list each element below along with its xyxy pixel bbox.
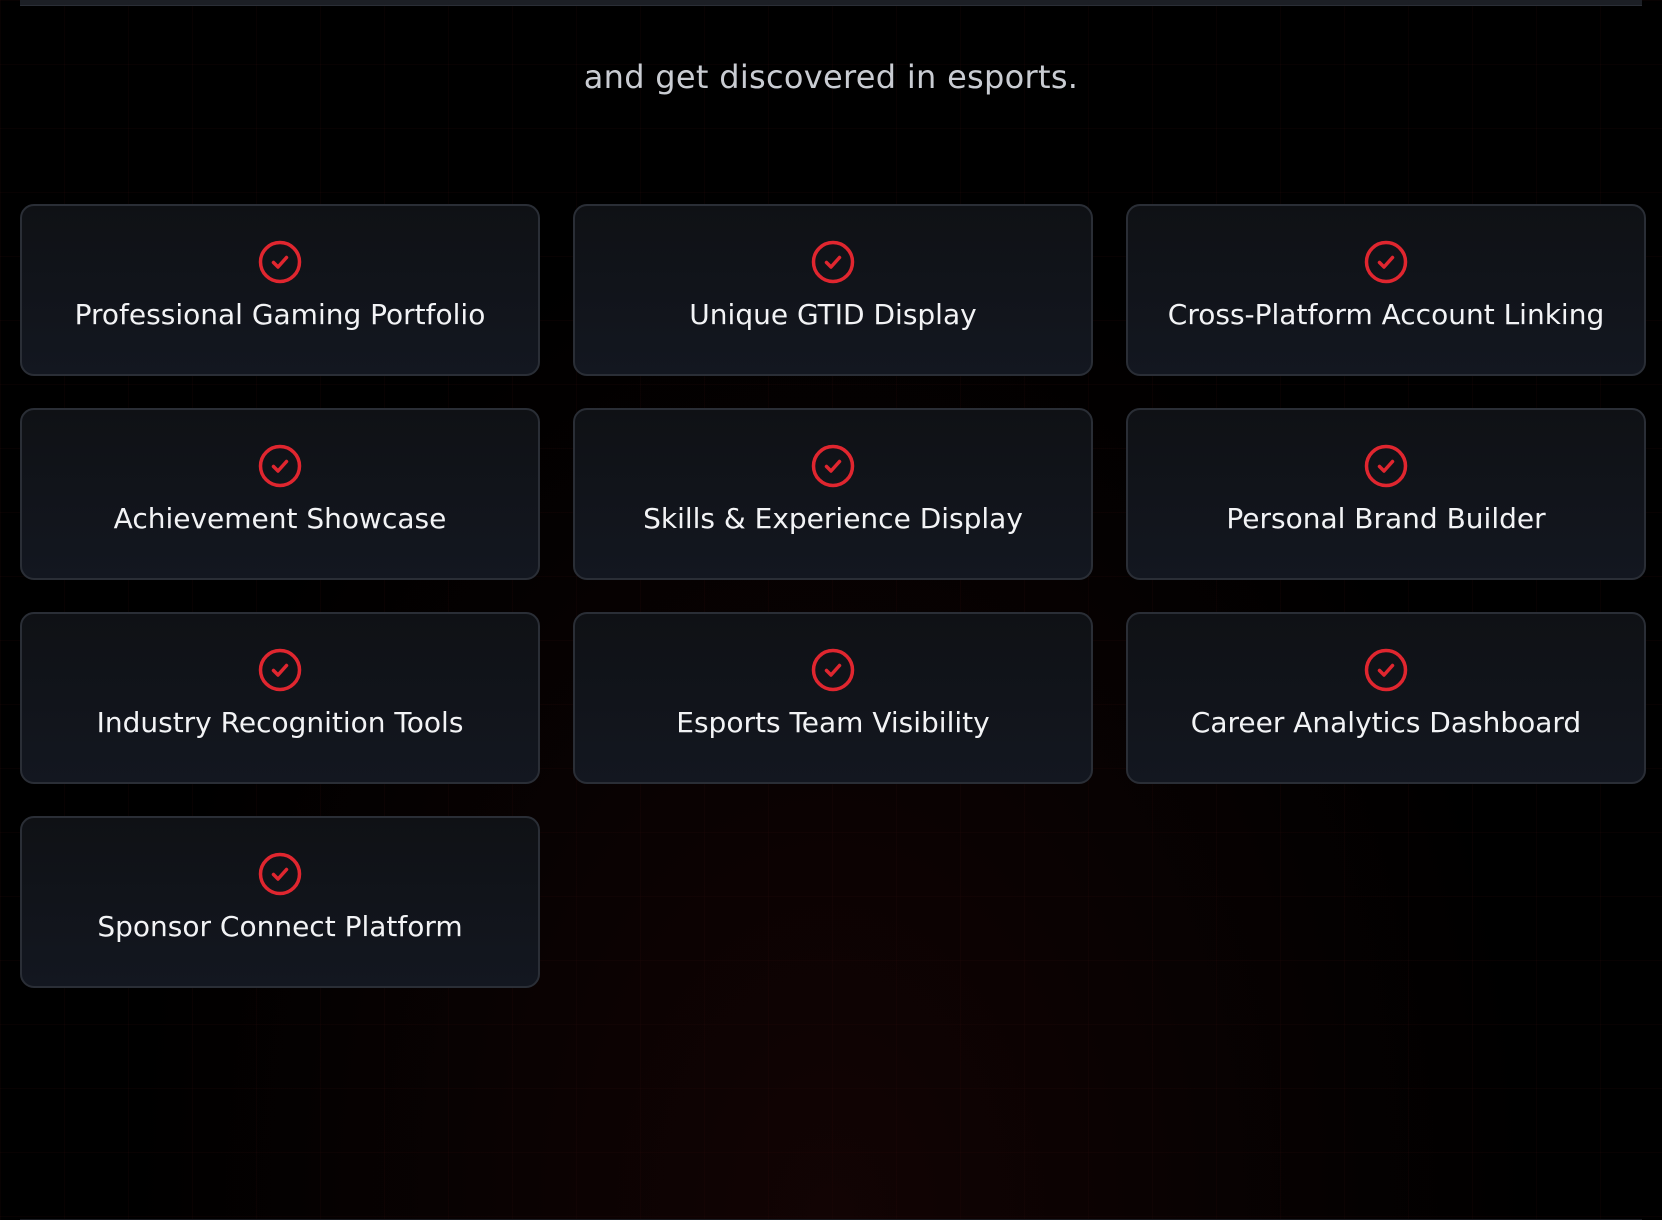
previous-section-edge (20, 0, 1642, 6)
feature-card-unique-gtid-display[interactable]: Unique GTID Display (573, 204, 1093, 376)
features-grid: Professional Gaming Portfolio Unique GTI… (20, 204, 1646, 988)
check-circle-icon (258, 240, 302, 284)
feature-label: Personal Brand Builder (1226, 502, 1546, 535)
check-circle-icon (258, 444, 302, 488)
feature-card-skills-experience-display[interactable]: Skills & Experience Display (573, 408, 1093, 580)
check-circle-icon (811, 444, 855, 488)
feature-label: Skills & Experience Display (643, 502, 1023, 535)
feature-card-esports-team-visibility[interactable]: Esports Team Visibility (573, 612, 1093, 784)
check-circle-icon (811, 240, 855, 284)
check-circle-icon (258, 648, 302, 692)
check-circle-icon (1364, 648, 1408, 692)
feature-card-personal-brand-builder[interactable]: Personal Brand Builder (1126, 408, 1646, 580)
check-circle-icon (811, 648, 855, 692)
feature-label: Unique GTID Display (689, 298, 977, 331)
feature-card-professional-gaming-portfolio[interactable]: Professional Gaming Portfolio (20, 204, 540, 376)
feature-label: Esports Team Visibility (676, 706, 990, 739)
feature-card-sponsor-connect-platform[interactable]: Sponsor Connect Platform (20, 816, 540, 988)
check-circle-icon (1364, 240, 1408, 284)
feature-label: Industry Recognition Tools (96, 706, 464, 739)
feature-card-achievement-showcase[interactable]: Achievement Showcase (20, 408, 540, 580)
check-circle-icon (1364, 444, 1408, 488)
feature-card-cross-platform-account-linking[interactable]: Cross-Platform Account Linking (1126, 204, 1646, 376)
feature-label: Professional Gaming Portfolio (74, 298, 486, 331)
feature-card-career-analytics-dashboard[interactable]: Career Analytics Dashboard (1126, 612, 1646, 784)
feature-label: Achievement Showcase (113, 502, 447, 535)
section-subtitle: and get discovered in esports. (583, 58, 1079, 96)
feature-card-industry-recognition-tools[interactable]: Industry Recognition Tools (20, 612, 540, 784)
feature-label: Sponsor Connect Platform (97, 910, 463, 943)
check-circle-icon (258, 852, 302, 896)
feature-label: Cross-Platform Account Linking (1167, 298, 1605, 331)
feature-label: Career Analytics Dashboard (1190, 706, 1582, 739)
